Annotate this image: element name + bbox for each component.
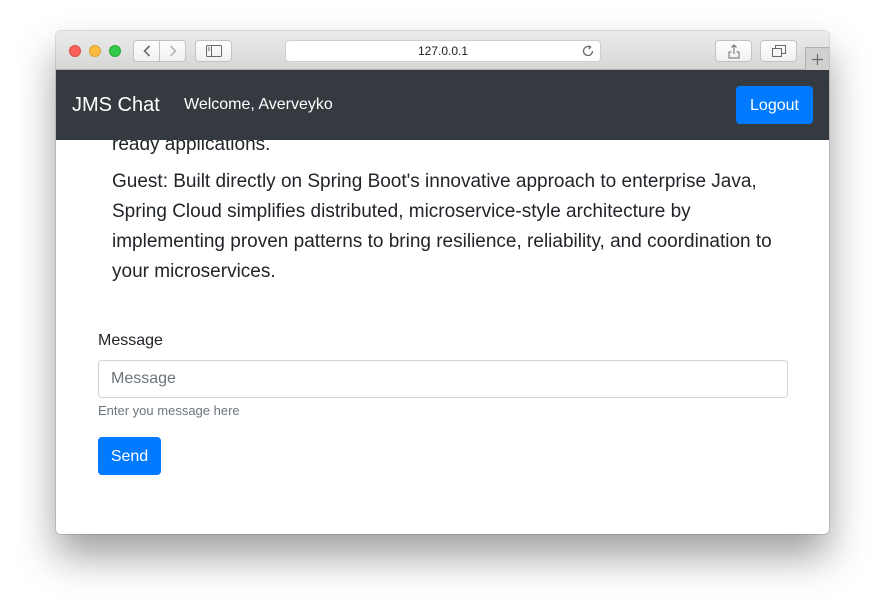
navbar-brand[interactable]: JMS Chat	[72, 70, 160, 140]
zoom-window-button[interactable]	[109, 45, 121, 57]
chat-message: Guest: Built directly on Spring Boot's i…	[112, 171, 772, 282]
forward-button[interactable]	[159, 41, 185, 61]
chat-message: platforms, Guest: Spring Boot takes an o…	[112, 140, 271, 155]
app-navbar: JMS Chat Welcome, Averveyko Logout	[56, 70, 829, 140]
new-tab-button[interactable]	[805, 47, 829, 70]
history-navigation	[133, 40, 186, 62]
message-list: platforms, Guest: Spring Boot takes an o…	[112, 140, 777, 294]
chevron-left-icon	[142, 45, 150, 57]
address-bar[interactable]: 127.0.0.1	[285, 40, 601, 62]
share-button[interactable]	[715, 40, 752, 62]
welcome-text: Welcome, Averveyko	[184, 96, 333, 113]
minimize-window-button[interactable]	[89, 45, 101, 57]
browser-titlebar: 127.0.0.1	[56, 31, 829, 70]
sidebar-toggle-button[interactable]	[195, 40, 232, 62]
message-help-text: Enter you message here	[98, 403, 240, 418]
share-icon	[728, 43, 739, 58]
back-button[interactable]	[134, 41, 159, 61]
message-form: Message Enter you message here Send	[98, 330, 788, 475]
message-label: Message	[98, 332, 163, 349]
chevron-right-icon	[169, 45, 177, 57]
reload-icon[interactable]	[581, 44, 595, 58]
logout-button[interactable]: Logout	[736, 86, 813, 124]
tab-overview-button[interactable]	[760, 40, 797, 62]
browser-window: 127.0.0.1 JMS Chat Welcome, Averveyko Lo…	[56, 31, 829, 534]
close-window-button[interactable]	[69, 45, 81, 57]
address-bar-url: 127.0.0.1	[417, 44, 469, 58]
sidebar-icon	[205, 45, 222, 57]
chat-content: platforms, Guest: Spring Boot takes an o…	[56, 140, 829, 534]
message-input[interactable]	[98, 360, 788, 398]
send-button[interactable]: Send	[98, 437, 161, 475]
tabs-icon	[771, 45, 786, 57]
plus-icon	[812, 53, 823, 65]
